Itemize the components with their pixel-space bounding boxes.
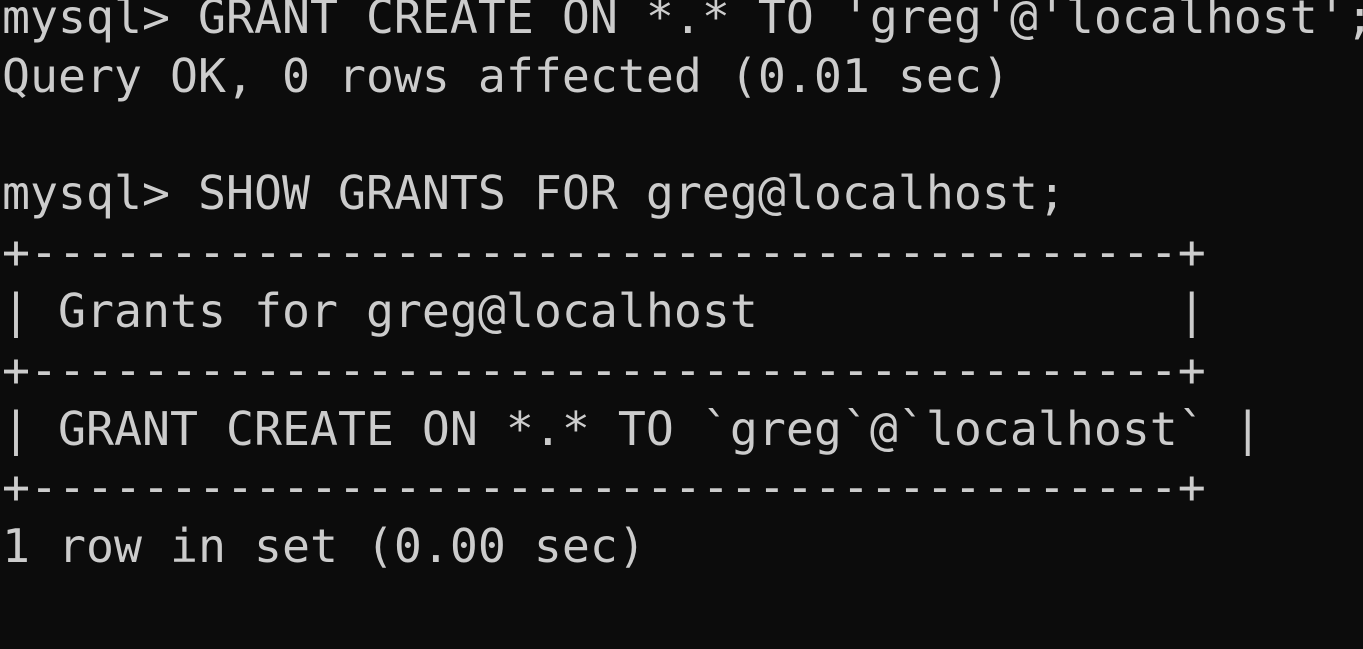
- blank-prompt-line: [2, 576, 1363, 635]
- command-grant-create: mysql> GRANT CREATE ON *.* TO 'greg'@'lo…: [2, 0, 1363, 44]
- command-show-grants: mysql> SHOW GRANTS FOR greg@localhost;: [2, 166, 1066, 221]
- table-border-middle: +---------------------------------------…: [2, 342, 1206, 397]
- table-header-row: | Grants for greg@localhost |: [2, 283, 1206, 338]
- terminal-window[interactable]: mysql> GRANT CREATE ON *.* TO 'greg'@'lo…: [0, 0, 1363, 637]
- table-border-top: +---------------------------------------…: [2, 225, 1206, 280]
- row-count-result: 1 row in set (0.00 sec): [2, 519, 646, 574]
- query-ok-result: Query OK, 0 rows affected (0.01 sec): [2, 48, 1010, 103]
- table-border-bottom: +---------------------------------------…: [2, 460, 1206, 515]
- table-row: | GRANT CREATE ON *.* TO `greg`@`localho…: [2, 401, 1262, 456]
